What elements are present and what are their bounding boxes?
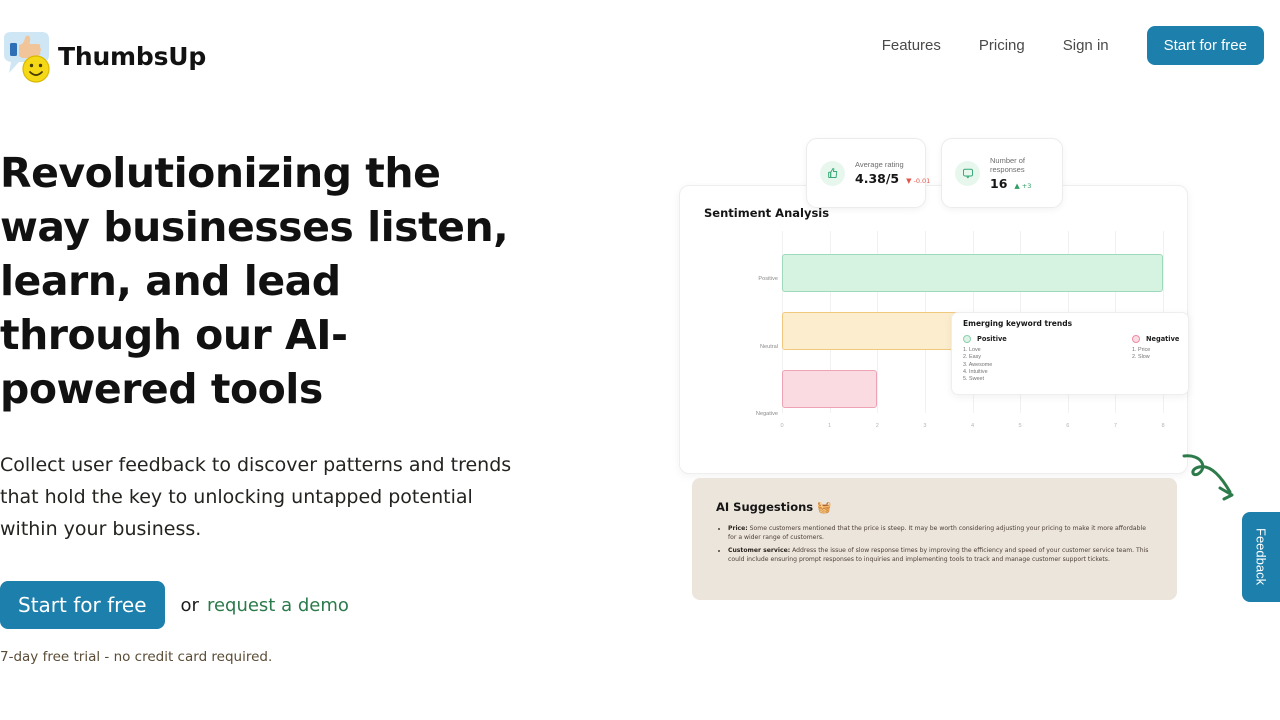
feedback-tab-label: Feedback: [1253, 528, 1269, 586]
keyword-head-label: Negative: [1146, 335, 1180, 343]
thumbs-up-speech-bubble-smiley-logo: [0, 28, 54, 84]
keyword-column-negative: Negative 1. Price 2. Slow: [1132, 335, 1179, 362]
stat-label: Number of responses: [990, 155, 1026, 174]
hero-subtext: Collect user feedback to discover patter…: [0, 454, 512, 540]
stat-delta-value: +3: [1021, 181, 1032, 190]
list-item: Customer service: Address the issue of s…: [728, 546, 1153, 565]
list-item: 4. Intuitive: [963, 368, 988, 375]
stat-delta: ▲ +3: [1014, 182, 1031, 190]
xtick: 6: [1066, 423, 1070, 429]
ai-item-term: Customer service:: [728, 546, 791, 554]
keyword-list-negative: 1. Price 2. Slow: [1132, 347, 1179, 362]
brand-name: ThumbsUp: [58, 41, 207, 71]
ai-suggestions-title: AI Suggestions 🧺: [716, 500, 832, 514]
request-a-demo-link[interactable]: request a demo: [207, 595, 349, 616]
list-item: 1. Price: [1132, 347, 1151, 353]
xtick: 3: [923, 423, 927, 429]
keyword-column-positive: Positive 1. Love 2. Easy 3. Awesome 4. I…: [963, 335, 1007, 383]
list-item: 5. Sweet: [963, 376, 984, 383]
xtick: 4: [970, 423, 975, 429]
keyword-head-negative: Negative: [1132, 335, 1179, 343]
list-item: 2. Easy: [963, 354, 981, 361]
bar-neutral: [782, 312, 973, 351]
stat-text: Average rating 4.38/5 ▼ -0.01: [855, 160, 930, 186]
keyword-list-positive: 1. Love 2. Easy 3. Awesome 4. Intuitive …: [963, 347, 1007, 383]
stat-delta: ▼ -0.01: [906, 177, 930, 185]
brand-logo[interactable]: ThumbsUp: [0, 28, 206, 84]
triangle-down-icon: ▼: [906, 177, 912, 185]
list-item: Price: Some customers mentioned that the…: [728, 524, 1153, 543]
stat-value: 4.38/5: [855, 171, 900, 186]
stat-card-average-rating: Average rating 4.38/5 ▼ -0.01: [806, 138, 930, 208]
xtick: 7: [1113, 423, 1117, 429]
header-start-for-free-button[interactable]: Start for free: [1146, 26, 1264, 65]
curved-arrow-icon: [1182, 454, 1234, 501]
stat-value-row: 16 ▲ +3: [990, 176, 1049, 191]
keyword-head-label: Positive: [977, 335, 1007, 343]
ytick-neutral: Neutral: [759, 343, 778, 350]
positive-dot-icon: [963, 335, 971, 343]
site-header: ThumbsUp Features Pricing Sign in Start …: [0, 0, 1280, 86]
page-title: Revolutionizing the way businesses liste…: [0, 146, 520, 416]
ytick-positive: Positive: [758, 276, 778, 283]
nav-item-signin[interactable]: Sign in: [1044, 29, 1128, 63]
hero-or-text: or: [180, 594, 199, 616]
chat-bubble-icon: [955, 160, 980, 186]
xtick: 5: [1018, 423, 1022, 429]
hero-section: Revolutionizing the way businesses liste…: [0, 146, 540, 665]
negative-dot-icon: [1132, 335, 1140, 343]
trial-note: 7-day free trial - no credit card requir…: [0, 649, 273, 665]
ai-suggestions-panel: AI Suggestions 🧺 Price: Some customers m…: [692, 478, 1177, 600]
xtick: 0: [780, 423, 784, 429]
keyword-trends-title: Emerging keyword trends: [963, 319, 1073, 328]
bar-positive: [782, 253, 1163, 292]
xtick: 8: [1161, 423, 1165, 429]
ai-item-body: Some customers mentioned that the price …: [728, 525, 1146, 542]
sentiment-analysis-title: Sentiment Analysis: [704, 206, 830, 220]
keyword-head-positive: Positive: [963, 335, 1007, 343]
xtick: 2: [875, 423, 879, 429]
page-root: ThumbsUp Features Pricing Sign in Start …: [0, 0, 1280, 720]
nav-item-features[interactable]: Features: [863, 29, 960, 63]
main-nav: Features Pricing Sign in Start for free: [863, 26, 1264, 65]
ai-item-term: Price:: [728, 525, 748, 532]
xtick: 1: [828, 423, 832, 429]
list-item: 1. Love: [963, 347, 981, 353]
triangle-up-icon: ▲: [1014, 181, 1020, 190]
hero-cta-row: Start for free or request a demo: [0, 581, 540, 629]
ytick-negative: Negative: [755, 410, 778, 417]
list-item: 2. Slow: [1132, 354, 1150, 361]
hero-heading-part1: Revolutionizing the way businesses liste…: [0, 149, 509, 359]
stat-label: Average rating: [855, 160, 904, 169]
nav-item-pricing[interactable]: Pricing: [960, 29, 1044, 63]
thumbs-up-icon: [820, 160, 845, 186]
feedback-tab-button[interactable]: Feedback: [1242, 512, 1280, 602]
hero-heading-part2: tools: [197, 365, 323, 413]
hero-start-for-free-button[interactable]: Start for free: [0, 581, 165, 629]
ai-item-body: Address the issue of slow response times…: [728, 546, 1149, 563]
stat-card-number-of-responses: Number of responses 16 ▲ +3: [941, 138, 1063, 208]
stat-value: 16: [990, 175, 1008, 191]
stat-text: Number of responses 16 ▲ +3: [990, 156, 1049, 191]
bar-negative: [782, 370, 878, 409]
stat-value-row: 4.38/5 ▼ -0.01: [855, 171, 930, 186]
stat-delta-value: -0.01: [913, 177, 931, 185]
ai-suggestions-list: Price: Some customers mentioned that the…: [716, 524, 1153, 564]
list-item: 3. Awesome: [963, 361, 993, 368]
emerging-keyword-trends-panel: Emerging keyword trends Positive 1. Love…: [951, 312, 1189, 395]
